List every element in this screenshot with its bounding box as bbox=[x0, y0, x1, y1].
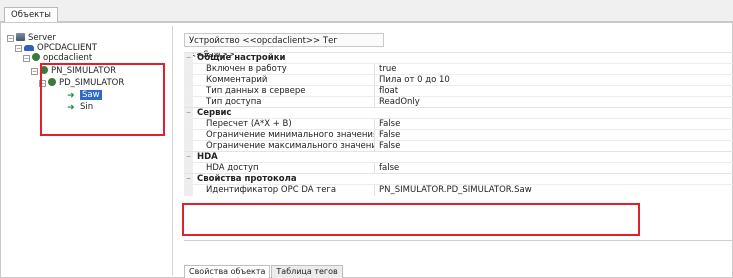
tag-icon: ➜ bbox=[67, 91, 75, 101]
tree-item-pd-simulator[interactable]: PD_SIMULATOR bbox=[48, 78, 124, 89]
collapse-server-icon[interactable]: − bbox=[7, 35, 14, 42]
device-icon bbox=[32, 53, 40, 61]
property-row[interactable]: HDA доступ false bbox=[184, 162, 733, 174]
tree-item-pn-simulator-label: PN_SIMULATOR bbox=[51, 66, 117, 76]
property-row[interactable]: Комментарий Пила от 0 до 10 bbox=[184, 74, 733, 86]
tree-item-saw-label: Saw bbox=[80, 90, 102, 100]
property-row[interactable]: Ограничение максимального значения False bbox=[184, 140, 733, 152]
collapse-icon[interactable]: − bbox=[184, 108, 193, 118]
folder-icon bbox=[40, 66, 48, 74]
tab-object-properties[interactable]: Свойства объекта bbox=[184, 265, 271, 278]
folder-icon bbox=[48, 78, 56, 86]
bottom-tab-strip: Свойства объекта Таблица тегов bbox=[184, 265, 344, 278]
category-hda[interactable]: − HDA bbox=[184, 151, 733, 162]
panel-header: Устройство <<opcdaclient>> Тег <<Saw>> bbox=[184, 33, 384, 60]
collapse-icon[interactable]: − bbox=[184, 152, 193, 162]
property-row[interactable]: Ограничение минимального значения False bbox=[184, 129, 733, 141]
property-row[interactable]: Пересчет (A*X + B) False bbox=[184, 118, 733, 130]
collapse-icon[interactable]: − bbox=[184, 174, 193, 184]
category-protocol[interactable]: − Свойства протокола bbox=[184, 173, 733, 184]
tree-item-saw[interactable]: ➜ Saw bbox=[67, 90, 102, 101]
object-tree: − Server − OPCDACLIENT − opcdaclient − P… bbox=[3, 26, 173, 276]
tree-item-opcdaclient-label: OPCDACLIENT bbox=[37, 43, 97, 53]
top-tab-strip: Объекты bbox=[0, 0, 733, 22]
collapse-client-icon[interactable]: − bbox=[15, 45, 22, 52]
property-grid: − Общие настройки Включен в работу true Ко… bbox=[184, 52, 733, 196]
property-row[interactable]: Тип данных в сервере float bbox=[184, 85, 733, 97]
tree-item-server-label: Server bbox=[28, 33, 56, 43]
tab-objects[interactable]: Объекты bbox=[4, 7, 58, 22]
tree-item-sin-label: Sin bbox=[80, 102, 94, 112]
collapse-pd-simulator-icon[interactable]: − bbox=[39, 80, 46, 87]
tree-item-opcdaclient-device[interactable]: opcdaclient bbox=[32, 53, 92, 64]
tree-item-device-label: opcdaclient bbox=[43, 53, 93, 63]
collapse-simulator-icon[interactable]: − bbox=[31, 68, 38, 75]
collapse-device-icon[interactable]: − bbox=[23, 55, 30, 62]
tree-item-pn-simulator[interactable]: PN_SIMULATOR bbox=[40, 66, 116, 77]
property-row[interactable]: Включен в работу true bbox=[184, 63, 733, 75]
category-general[interactable]: − Общие настройки bbox=[184, 52, 733, 63]
server-icon bbox=[16, 33, 25, 41]
property-row[interactable]: Идентификатор OPC DA тега PN_SIMULATOR.PD… bbox=[184, 184, 733, 196]
client-icon bbox=[24, 45, 34, 51]
property-row[interactable]: Тип доступа ReadOnly bbox=[184, 96, 733, 108]
tab-tag-table[interactable]: Таблица тегов bbox=[271, 265, 343, 278]
tag-icon: ➜ bbox=[67, 103, 75, 113]
category-service[interactable]: − Сервис bbox=[184, 107, 733, 118]
tree-item-pd-simulator-label: PD_SIMULATOR bbox=[59, 78, 125, 88]
collapse-icon[interactable]: − bbox=[184, 53, 193, 63]
divider bbox=[184, 240, 733, 241]
tree-item-sin[interactable]: ➜ Sin bbox=[67, 102, 93, 113]
